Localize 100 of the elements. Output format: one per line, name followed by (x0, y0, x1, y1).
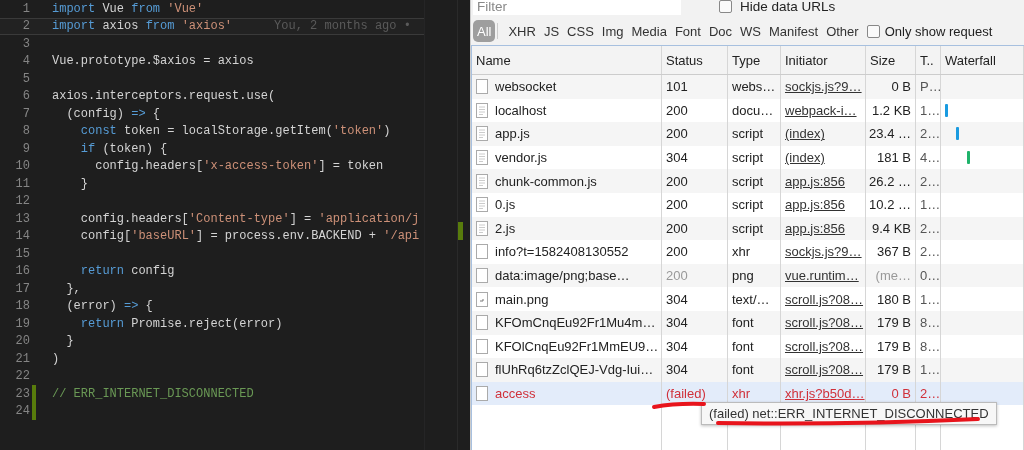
status-cell: 304 (662, 310, 728, 335)
request-row[interactable]: main.png 304 text/… scroll.js?08… 180 B 1… (472, 287, 1024, 311)
initiator-link[interactable]: app.js:856 (785, 197, 845, 213)
filter-type-tab[interactable]: Font (670, 20, 705, 42)
table-cell: P… (916, 75, 941, 99)
size-cell: 23.4 … (866, 122, 916, 146)
column-header[interactable]: Status (662, 46, 728, 74)
filter-field[interactable]: Filter (473, 0, 681, 15)
file-icon (476, 362, 488, 378)
initiator-link[interactable]: vue.runtim… (785, 268, 859, 284)
initiator-link[interactable]: xhr.js?b50d… (785, 386, 865, 401)
column-header[interactable]: Size (866, 46, 916, 74)
status-cell: 200 (662, 122, 728, 146)
initiator-link[interactable]: scroll.js?08… (785, 315, 864, 331)
initiator-link[interactable]: app.js:856 (785, 173, 845, 189)
line-number: 10 (15, 159, 30, 174)
initiator-link[interactable]: (index) (785, 150, 825, 166)
request-row[interactable]: websocket 101 webs… sockjs.js?9… 0 B P… (472, 75, 1024, 99)
request-name: data:image/png;base… (495, 268, 630, 284)
line-number: 18 (15, 299, 30, 314)
request-row[interactable]: 2.js 200 script app.js:856 9.4 KB 2… (472, 216, 1024, 241)
request-name: KFOlCnqEu92Fr1MmEU9… (495, 338, 659, 354)
table-cell: 1… (916, 192, 941, 217)
filter-type-tab[interactable]: Other (822, 20, 863, 42)
initiator-link[interactable]: sockjs.js?9… (785, 79, 862, 95)
request-row[interactable]: info?t=1582408130552 200 xhr sockjs.js?9… 367 B 2… (472, 240, 1024, 264)
table-cell: 1… (916, 358, 941, 382)
initiator-link[interactable]: scroll.js?08… (785, 338, 864, 354)
filter-type-tab[interactable]: XHR (504, 20, 540, 42)
filter-type-tab[interactable]: CSS (563, 20, 598, 42)
filter-type-tab[interactable]: JS (539, 20, 564, 42)
request-name: chunk-common.js (495, 173, 597, 189)
request-row[interactable]: flUhRq6tzZclQEJ-Vdg-Iui… 304 font scroll.js?08… 179 B 1… (472, 358, 1024, 382)
checkbox[interactable] (719, 0, 732, 13)
initiator-link[interactable]: scroll.js?08… (785, 362, 864, 378)
size-cell: 180 B (866, 287, 916, 311)
request-name: localhost (495, 102, 547, 118)
status-cell: 200 (662, 240, 728, 264)
checkbox[interactable] (866, 24, 880, 38)
size-cell: 179 B (866, 358, 916, 382)
request-name: main.png (495, 291, 549, 307)
filter-type-tab[interactable]: Img (597, 20, 628, 42)
code-line: config.headers['Content-type'] = 'application/j (79, 211, 420, 226)
status-cell: 101 (662, 75, 728, 99)
table-cell: png (728, 263, 781, 288)
column-header[interactable]: Type (728, 46, 781, 74)
table-cell: 8… (916, 310, 941, 335)
code-line: Vue.prototype.$axios = axios (52, 54, 254, 69)
code-line: (config) => { (65, 106, 161, 121)
line-number: 4 (22, 54, 30, 69)
initiator-link[interactable]: app.js:856 (785, 220, 845, 236)
file-icon (476, 268, 488, 284)
initiator-link[interactable]: webpack-i… (785, 102, 857, 118)
size-cell: 179 B (866, 310, 916, 335)
request-row[interactable]: chunk-common.js 200 script app.js:856 26.2 … 2… (472, 169, 1024, 193)
column-header[interactable]: Name (472, 46, 662, 74)
line-number: 1 (22, 1, 30, 16)
status-cell: 200 (662, 192, 728, 217)
filter-type-tab[interactable]: Manifest (765, 20, 823, 42)
size-cell: 0 B (866, 75, 916, 99)
column-header[interactable]: Waterfall (941, 46, 1024, 74)
table-cell: 2… (916, 122, 941, 146)
line-number: 8 (22, 124, 30, 139)
initiator-link[interactable]: sockjs.js?9… (785, 244, 862, 260)
table-cell: xhr (728, 240, 781, 264)
initiator-link[interactable]: scroll.js?08… (785, 291, 864, 307)
filter-type-tab[interactable]: WS (736, 20, 765, 42)
table-cell: 2… (916, 216, 941, 241)
checkbox-label: Only show request (884, 23, 993, 39)
column-header[interactable]: Initiator (781, 46, 866, 74)
request-name: info?t=1582408130552 (495, 244, 629, 260)
document-icon (476, 197, 488, 213)
size-cell: 367 B (866, 240, 916, 264)
status-cell: 304 (662, 287, 728, 311)
document-icon (476, 102, 488, 118)
line-number: 6 (22, 89, 30, 104)
initiator-link[interactable]: (index) (785, 126, 825, 142)
line-number: 23 (15, 386, 30, 401)
code-line: } (79, 176, 88, 191)
request-name: app.js (495, 126, 530, 142)
line-number: 21 (15, 351, 30, 366)
line-number: 17 (15, 281, 30, 296)
line-number: 5 (22, 71, 30, 86)
line-number: 9 (22, 141, 30, 156)
filter-type-tab[interactable]: Media (627, 20, 671, 42)
table-cell: text/… (728, 287, 781, 311)
checkbox-label: Hide data URLs (740, 0, 836, 14)
status-cell: 200 (662, 169, 728, 193)
filter-type-tab[interactable]: Doc (704, 20, 737, 42)
request-row[interactable]: KFOmCnqEu92Fr1Mu4m… 304 font scroll.js?08… 179 B 8… (472, 310, 1024, 335)
table-cell: font (728, 358, 781, 382)
document-icon (476, 126, 488, 142)
size-cell: 10.2 … (866, 192, 916, 217)
code-line: } (65, 334, 74, 349)
line-number: 11 (15, 176, 30, 191)
request-row[interactable]: data:image/png;base… 200 png vue.runtim… (me… 0… (472, 263, 1024, 288)
column-header[interactable]: T.. (916, 46, 941, 74)
file-icon (476, 79, 488, 95)
request-row[interactable]: app.js 200 script (index) 23.4 … 2… (472, 122, 1024, 146)
request-row[interactable]: 0.js 200 script app.js:856 10.2 … 1… (472, 192, 1024, 217)
